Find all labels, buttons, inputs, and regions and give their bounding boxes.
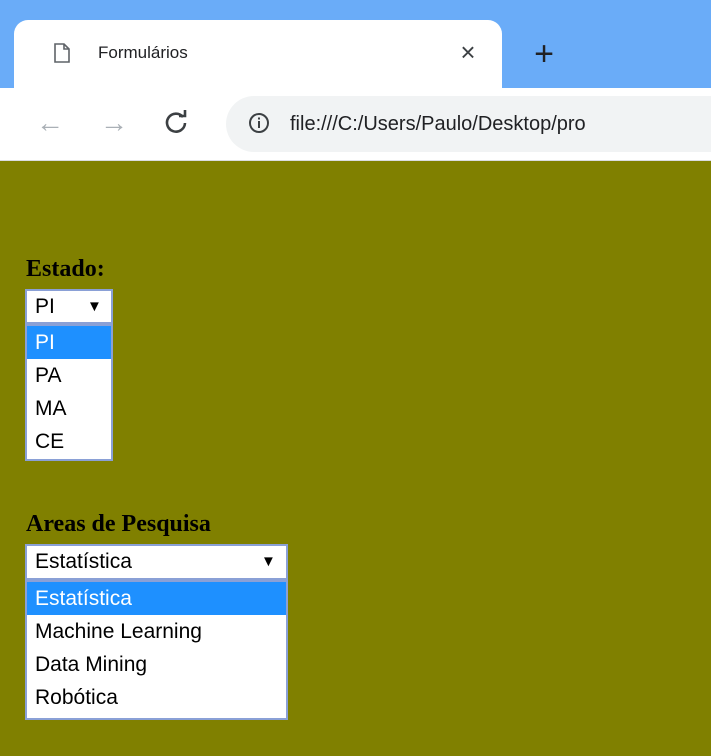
url-text: file:///C:/Users/Paulo/Desktop/pro [290, 113, 586, 135]
estado-label: Estado: [26, 256, 105, 282]
new-tab-button[interactable]: + [526, 37, 562, 74]
tab-title: Formulários [98, 43, 188, 62]
areas-option-data-mining[interactable]: Data Mining [27, 648, 286, 681]
areas-selected-value: Estatística [35, 550, 132, 573]
dropdown-arrow-icon: ▼ [261, 553, 276, 570]
reload-glyph [165, 110, 187, 133]
browser-tab[interactable]: Formulários × [14, 20, 502, 88]
areas-option-robotica[interactable]: Robótica [27, 681, 286, 714]
estado-selected-value: PI [35, 295, 55, 318]
address-bar[interactable]: file:///C:/Users/Paulo/Desktop/pro [226, 96, 711, 152]
estado-option-ce[interactable]: CE [27, 425, 111, 458]
areas-select[interactable]: Estatística ▼ [25, 544, 288, 580]
reload-icon[interactable] [160, 108, 192, 140]
estado-options-list: PI PA MA CE [25, 324, 113, 461]
close-tab-icon[interactable]: × [454, 38, 482, 66]
areas-options-list: Estatística Machine Learning Data Mining… [25, 580, 288, 720]
forward-arrow-icon[interactable]: → [98, 108, 130, 140]
tab-strip: Formulários × + [0, 0, 711, 88]
areas-option-estatistica[interactable]: Estatística [27, 582, 286, 615]
document-icon [54, 43, 70, 63]
estado-option-pa[interactable]: PA [27, 359, 111, 392]
areas-label: Areas de Pesquisa [26, 511, 211, 537]
browser-toolbar: ← → file:///C:/Users/Paulo/Desktop/pro [0, 88, 711, 161]
estado-select[interactable]: PI ▼ [25, 289, 113, 324]
areas-option-machine-learning[interactable]: Machine Learning [27, 615, 286, 648]
dropdown-arrow-icon: ▼ [87, 298, 102, 315]
back-arrow-icon[interactable]: ← [34, 108, 66, 140]
estado-option-pi[interactable]: PI [27, 326, 111, 359]
estado-option-ma[interactable]: MA [27, 392, 111, 425]
info-icon [249, 113, 269, 133]
